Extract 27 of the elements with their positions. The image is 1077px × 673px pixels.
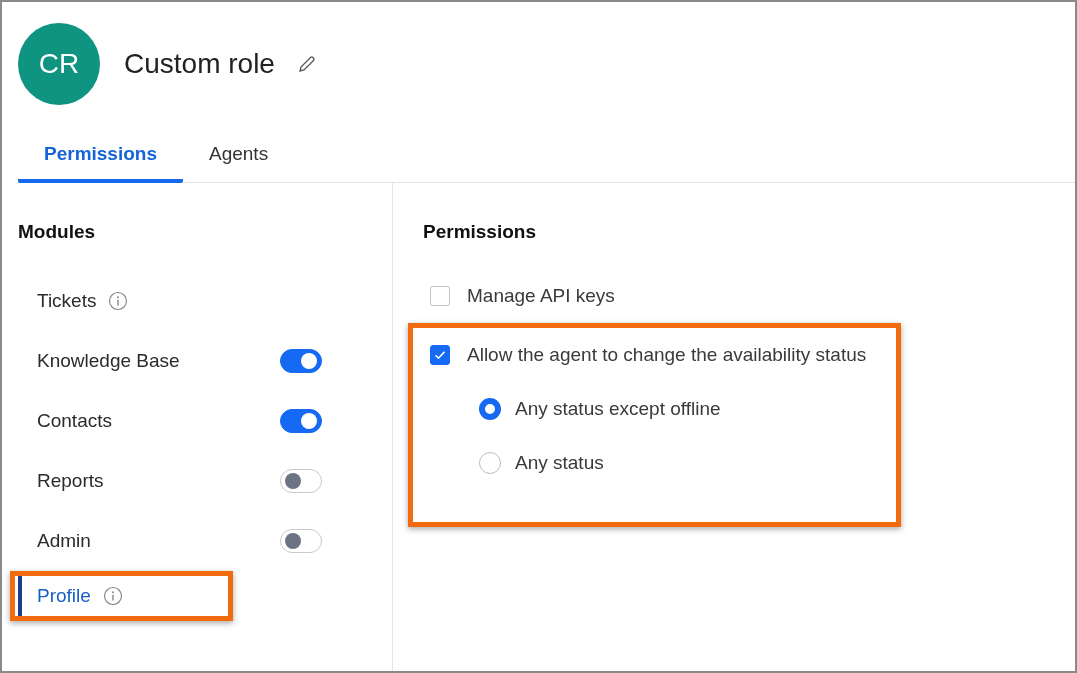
module-item[interactable]: Profile bbox=[18, 576, 228, 616]
toggle-switch[interactable] bbox=[280, 469, 322, 493]
avatar: CR bbox=[18, 23, 100, 105]
checkbox[interactable] bbox=[430, 286, 450, 306]
module-item[interactable]: Reports bbox=[18, 451, 322, 511]
module-item[interactable]: Tickets bbox=[18, 271, 322, 331]
pencil-icon[interactable] bbox=[296, 54, 317, 74]
checkbox-label: Manage API keys bbox=[467, 285, 615, 307]
toggle-switch[interactable] bbox=[280, 529, 322, 553]
toggle-switch[interactable] bbox=[280, 409, 322, 433]
section-heading: Permissions bbox=[423, 221, 537, 243]
tab[interactable]: Permissions bbox=[18, 131, 183, 183]
module-item[interactable]: Contacts bbox=[18, 391, 322, 451]
section-heading: Modules bbox=[18, 221, 97, 243]
radio-label: Any status bbox=[515, 452, 604, 474]
checkbox[interactable] bbox=[430, 345, 450, 365]
role-title: Custom role bbox=[124, 48, 275, 80]
toggle-switch[interactable] bbox=[280, 349, 322, 373]
tab[interactable]: Agents bbox=[183, 131, 295, 183]
module-item[interactable]: Admin bbox=[18, 511, 322, 571]
radio-button[interactable] bbox=[479, 398, 501, 420]
checkbox-label: Allow the agent to change the availability status bbox=[467, 344, 867, 366]
module-item[interactable]: Knowledge Base bbox=[18, 331, 322, 391]
radio-label: Any status except offline bbox=[515, 398, 721, 420]
radio-button[interactable] bbox=[479, 452, 501, 474]
info-icon bbox=[108, 291, 129, 311]
info-icon bbox=[102, 586, 123, 606]
